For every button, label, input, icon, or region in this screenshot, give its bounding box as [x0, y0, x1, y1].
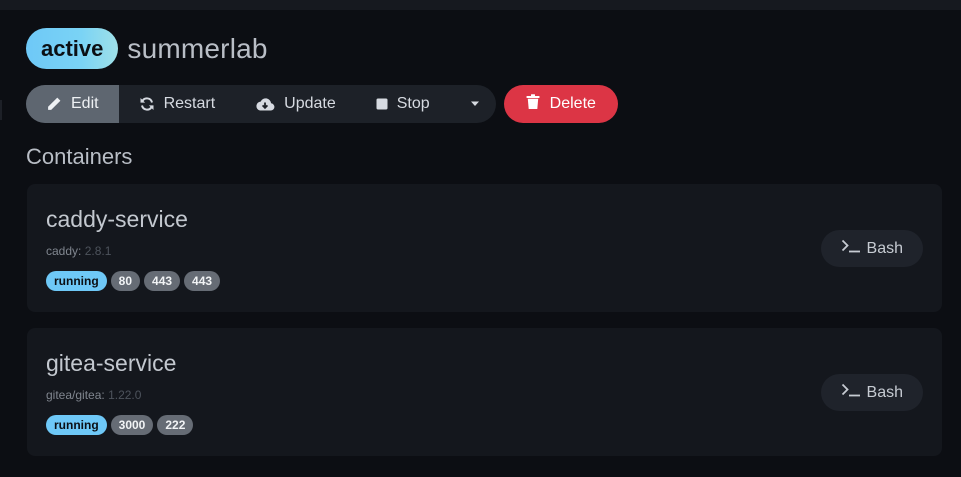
- state-badge: running: [46, 415, 107, 435]
- image-version: 1.22.0: [108, 388, 142, 402]
- stop-square-icon: [376, 98, 388, 110]
- container-image: gitea/gitea: 1.22.0: [46, 388, 141, 402]
- state-badge: running: [46, 271, 107, 291]
- action-button-group: Edit Restart Update Stop: [26, 85, 496, 123]
- stop-button[interactable]: Stop: [356, 85, 450, 123]
- terminal-icon: [841, 239, 861, 258]
- trash-icon: [526, 93, 540, 115]
- container-name: caddy-service: [46, 206, 188, 232]
- top-bar: [0, 0, 961, 10]
- port-badge: 222: [157, 415, 194, 435]
- refresh-icon: [139, 96, 155, 112]
- delete-button[interactable]: Delete: [503, 85, 618, 123]
- container-card: gitea-service gitea/gitea: 1.22.0 runnin…: [27, 328, 942, 456]
- terminal-icon: [841, 383, 861, 402]
- update-button[interactable]: Update: [235, 85, 356, 123]
- container-image: caddy: 2.8.1: [46, 244, 111, 258]
- delete-label: Delete: [549, 95, 596, 112]
- project-toolbar: Edit Restart Update Stop Delete: [26, 85, 618, 123]
- container-card: caddy-service caddy: 2.8.1 running 80 44…: [27, 184, 942, 312]
- page-title: summerlab: [127, 32, 268, 64]
- container-name: gitea-service: [46, 350, 177, 376]
- port-badge: 443: [144, 271, 181, 291]
- bash-button[interactable]: Bash: [820, 374, 923, 411]
- edit-label: Edit: [71, 95, 99, 112]
- edit-button[interactable]: Edit: [26, 85, 119, 123]
- bash-label: Bash: [866, 239, 903, 257]
- more-actions-dropdown[interactable]: [450, 85, 496, 123]
- restart-label: Restart: [163, 95, 216, 112]
- restart-button[interactable]: Restart: [119, 85, 236, 123]
- project-header: active summerlab: [26, 28, 268, 69]
- stop-label: Stop: [396, 95, 430, 112]
- section-title-containers: Containers: [26, 144, 133, 169]
- caret-down-icon: [470, 101, 480, 107]
- left-edge-divider: [0, 100, 2, 120]
- update-label: Update: [284, 95, 336, 112]
- image-name: caddy:: [46, 244, 82, 258]
- image-version: 2.8.1: [84, 244, 112, 258]
- pencil-icon: [46, 96, 62, 112]
- bash-label: Bash: [866, 383, 903, 401]
- container-badges: running 3000 222: [46, 415, 194, 435]
- cloud-download-icon: [255, 96, 275, 112]
- container-badges: running 80 443 443: [46, 271, 221, 291]
- port-badge: 3000: [110, 415, 154, 435]
- port-badge: 80: [110, 271, 141, 291]
- image-name: gitea/gitea:: [46, 388, 105, 402]
- status-badge: active: [26, 28, 119, 69]
- bash-button[interactable]: Bash: [820, 230, 923, 267]
- port-badge: 443: [184, 271, 221, 291]
